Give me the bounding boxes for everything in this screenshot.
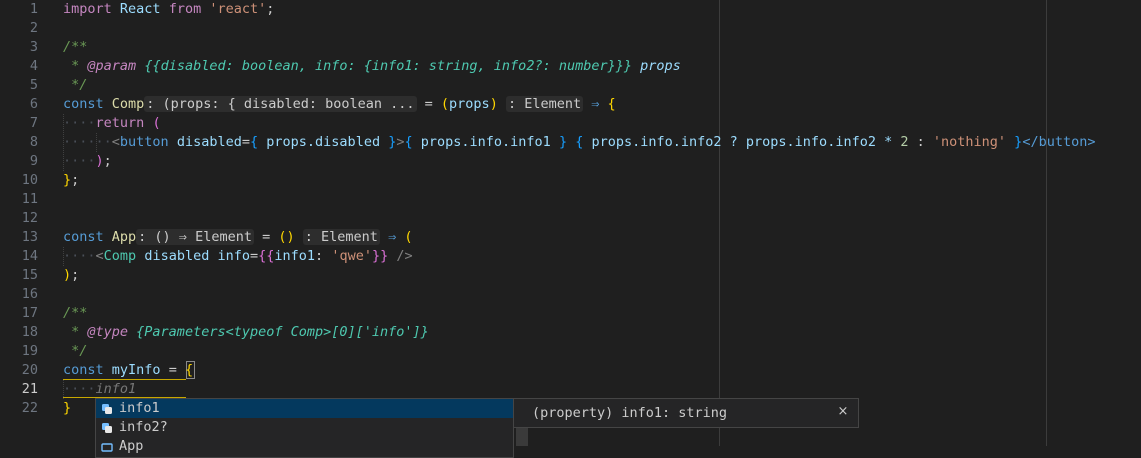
suggestion-scrollbar[interactable] bbox=[516, 428, 528, 446]
line-number: 18 bbox=[21, 324, 38, 340]
line-number: 8 bbox=[29, 134, 38, 150]
line-number: 6 bbox=[29, 96, 38, 112]
code-line-10: }; bbox=[63, 172, 80, 188]
vertical-ruler bbox=[1046, 0, 1047, 446]
code-line-15: ); bbox=[63, 267, 80, 283]
suggestion-item[interactable]: info1 bbox=[96, 399, 513, 418]
line-number: 7 bbox=[29, 115, 38, 131]
line-number: 13 bbox=[21, 229, 38, 245]
code-editor[interactable]: 1 2 3 4 5 6 7 8 9 10 11 12 13 14 15 16 17 18 19 20 21 22 impo… bbox=[0, 0, 1141, 458]
inlay-hint: : Element bbox=[302, 229, 380, 245]
variable-icon bbox=[101, 443, 113, 452]
line-number: 2 bbox=[29, 20, 38, 36]
suggestion-item[interactable]: info2? bbox=[96, 418, 513, 437]
inlay-hint: : Element bbox=[505, 96, 584, 112]
suggestion-list[interactable]: info1 info2? App bbox=[95, 398, 514, 458]
code-line-5: */ bbox=[63, 77, 88, 93]
line-number: 15 bbox=[21, 267, 38, 283]
line-number: 14 bbox=[21, 248, 38, 264]
code-line-14: ····<Comp disabled info={{info1: 'qwe'}}… bbox=[63, 248, 413, 264]
line-number: 20 bbox=[21, 362, 38, 378]
code-line-18: * @type {Parameters<typeof Comp>[0]['inf… bbox=[63, 324, 429, 340]
code-line-20: const myInfo = { bbox=[63, 362, 194, 378]
code-line-19: */ bbox=[63, 343, 88, 359]
line-number: 21 bbox=[21, 381, 38, 397]
suggestion-details-panel: (property) info1: string × bbox=[514, 398, 859, 428]
code-line-13: const App: () ⇒ Element = () : Element ⇒… bbox=[63, 229, 413, 245]
suggestion-item[interactable]: App bbox=[96, 437, 513, 456]
code-line-4: * @param {{disabled: boolean, info: {inf… bbox=[63, 58, 681, 74]
line-number: 19 bbox=[21, 343, 38, 359]
line-number: 16 bbox=[21, 286, 38, 302]
code-line-3: /** bbox=[63, 39, 88, 55]
suggestion-label: info2? bbox=[119, 419, 168, 435]
line-number: 9 bbox=[29, 153, 38, 169]
inlay-hint: : (props: { disabled: boolean ... bbox=[144, 96, 417, 112]
line-number: 5 bbox=[29, 77, 38, 93]
property-icon bbox=[102, 423, 112, 433]
inlay-hint: : () ⇒ Element bbox=[136, 229, 254, 245]
line-number: 10 bbox=[21, 172, 38, 188]
suggestion-label: App bbox=[119, 438, 144, 454]
code-line-6: const Comp: (props: { disabled: boolean … bbox=[63, 96, 616, 112]
line-number: 22 bbox=[21, 400, 38, 416]
suggestion-label: info1 bbox=[119, 400, 160, 416]
line-number: 1 bbox=[29, 1, 38, 17]
close-details-button[interactable]: × bbox=[834, 402, 852, 422]
vertical-ruler bbox=[719, 0, 720, 446]
property-icon bbox=[102, 404, 112, 414]
suggestion-detail-text: (property) info1: string bbox=[532, 405, 728, 421]
code-line-8: ······<button disabled={ props.disabled … bbox=[63, 134, 1096, 150]
line-number: 12 bbox=[21, 210, 38, 226]
line-number: 4 bbox=[29, 58, 38, 74]
code-line-1: import React from 'react'; bbox=[63, 1, 275, 17]
code-line-21[interactable]: ····info1 bbox=[63, 380, 136, 399]
line-number: 3 bbox=[29, 39, 38, 55]
code-line-17: /** bbox=[63, 305, 88, 321]
code-line-7: ····return ( bbox=[63, 115, 161, 131]
line-number: 17 bbox=[21, 305, 38, 321]
code-line-9: ····); bbox=[63, 153, 112, 169]
code-line-22: } bbox=[63, 400, 72, 416]
line-number: 11 bbox=[21, 191, 38, 207]
ghost-suggestion-text: info1 bbox=[95, 381, 137, 397]
